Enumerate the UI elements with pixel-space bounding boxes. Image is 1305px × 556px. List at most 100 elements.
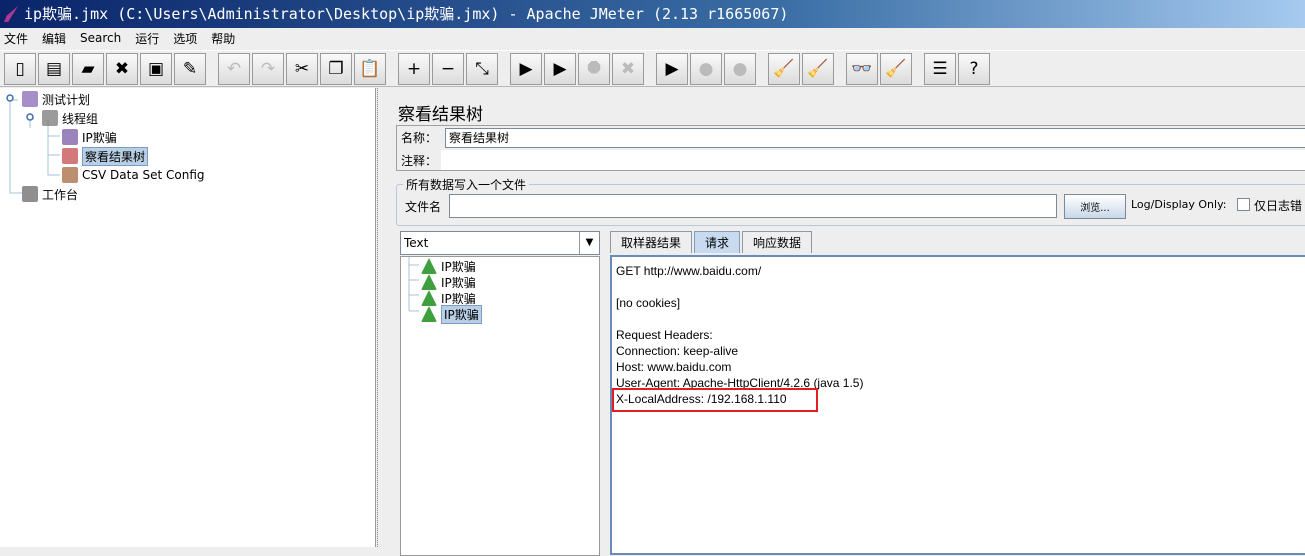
- comment-input[interactable]: [441, 150, 1305, 170]
- expand-button[interactable]: +: [398, 53, 430, 85]
- tree-node[interactable]: 线程组: [42, 109, 98, 127]
- tree-node-label: 察看结果树: [82, 146, 149, 166]
- copy-icon: ❐: [328, 59, 344, 79]
- tree-node-label: 工作台: [42, 187, 79, 202]
- save-button[interactable]: ▣: [140, 53, 172, 85]
- tab-0[interactable]: 取样器结果: [610, 231, 693, 253]
- success-triangle-icon: [421, 306, 437, 322]
- tree-node[interactable]: IP欺骗: [62, 128, 117, 146]
- remote-start-button[interactable]: ▶: [656, 53, 688, 85]
- shutdown-button[interactable]: ✖: [612, 53, 644, 85]
- menu-item[interactable]: 帮助: [211, 30, 235, 47]
- tree-node[interactable]: 工作台: [22, 185, 78, 203]
- copy-button[interactable]: ❐: [320, 53, 352, 85]
- templates-button[interactable]: ▤: [38, 53, 70, 85]
- toolbar: ▯ ▤ ▰ ✖ ▣ ✎ ↶ ↷ ✂ ❐ 📋 + − ⤡ ▶ ▶ ⯃ ✖ ▶ ● ● 🧹 🧹 👓 🧹 ☰?: [0, 50, 1305, 87]
- request-line: [616, 279, 1304, 295]
- cut-icon: ✂: [294, 59, 310, 79]
- collapse-icon: −: [440, 59, 456, 79]
- clear-all-button[interactable]: 🧹: [802, 53, 834, 85]
- function-helper-button[interactable]: ☰: [924, 53, 956, 85]
- redo-button[interactable]: ↷: [252, 53, 284, 85]
- toggle-icon: ⤡: [475, 59, 489, 79]
- reset-search-button[interactable]: 🧹: [880, 53, 912, 85]
- browse-button[interactable]: 浏览...: [1064, 194, 1126, 219]
- comment-label: 注释：: [401, 154, 438, 168]
- errors-only-label: 仅日志错: [1254, 199, 1303, 213]
- stop-button[interactable]: ⯃: [578, 53, 610, 85]
- cut-button[interactable]: ✂: [286, 53, 318, 85]
- request-line: [no cookies]: [616, 296, 681, 310]
- request-line: Host: www.baidu.com: [616, 360, 732, 374]
- tree-node[interactable]: 察看结果树: [62, 146, 149, 166]
- success-triangle-icon: [421, 258, 437, 274]
- result-tabs: 取样器结果 请求 响应数据: [610, 231, 814, 253]
- paste-button[interactable]: 📋: [354, 53, 386, 85]
- results-list[interactable]: IP欺骗 IP欺骗 IP欺骗 IP欺骗: [400, 256, 600, 556]
- tree-node-label: IP欺骗: [82, 130, 117, 145]
- templates-icon: ▤: [45, 59, 63, 79]
- undo-button[interactable]: ↶: [218, 53, 250, 85]
- test-plan-tree[interactable]: 测试计划 线程组 IP欺骗 察看结果树 CSV Data Set Config 工作台: [0, 88, 376, 547]
- search-icon: 👓: [851, 59, 873, 79]
- menu-item[interactable]: 编辑: [42, 30, 66, 47]
- help-icon: ?: [969, 59, 979, 79]
- redo-icon: ↷: [260, 59, 276, 79]
- panel-title: 察看结果树: [398, 105, 483, 125]
- group-title: 所有数据写入一个文件: [403, 176, 530, 193]
- function-helper-icon: ☰: [932, 59, 948, 79]
- title-bar: ip欺骗.jmx (C:\Users\Administrator\Desktop…: [0, 0, 1305, 28]
- test-plan-icon: [22, 91, 38, 107]
- request-line: GET http://www.baidu.com/: [616, 264, 762, 278]
- errors-only-checkbox[interactable]: [1237, 198, 1250, 211]
- request-line: [616, 311, 1304, 327]
- help-button[interactable]: ?: [958, 53, 990, 85]
- tree-node[interactable]: CSV Data Set Config: [62, 166, 205, 184]
- view-results-tree-panel: 察看结果树 名称： 察看结果树 注释： 文件名 浏览... Log/Displa…: [388, 88, 1305, 556]
- result-label: IP欺骗: [441, 275, 476, 290]
- undo-icon: ↶: [226, 59, 242, 79]
- clear-icon: 🧹: [773, 59, 795, 79]
- name-input[interactable]: 察看结果树: [445, 128, 1305, 148]
- result-item[interactable]: IP欺骗: [421, 304, 482, 324]
- menu-item[interactable]: Search: [80, 31, 121, 45]
- remote-shutdown-button[interactable]: ●: [724, 53, 756, 85]
- renderer-value: Text: [404, 236, 429, 250]
- tree-node[interactable]: 测试计划: [22, 90, 90, 108]
- new-button[interactable]: ▯: [4, 53, 36, 85]
- save-as-icon: ✎: [182, 59, 198, 79]
- menu-item[interactable]: 选项: [173, 30, 197, 47]
- search-button[interactable]: 👓: [846, 53, 878, 85]
- chevron-down-icon[interactable]: ▼: [579, 232, 599, 254]
- filename-input[interactable]: [449, 194, 1057, 218]
- collapse-button[interactable]: −: [432, 53, 464, 85]
- open-icon: ▰: [81, 59, 95, 79]
- open-button[interactable]: ▰: [72, 53, 104, 85]
- toggle-button[interactable]: ⤡: [466, 53, 498, 85]
- start-no-timers-button[interactable]: ▶: [544, 53, 576, 85]
- request-line: Connection: keep-alive: [616, 344, 739, 358]
- name-label: 名称：: [401, 131, 438, 145]
- success-triangle-icon: [421, 274, 437, 290]
- menu-item[interactable]: 文件: [4, 30, 28, 47]
- tab-2[interactable]: 响应数据: [742, 231, 813, 253]
- start-no-timers-icon: ▶: [553, 59, 567, 79]
- close-button[interactable]: ✖: [106, 53, 138, 85]
- renderer-select[interactable]: Text ▼: [400, 231, 600, 255]
- clear-all-icon: 🧹: [807, 59, 829, 79]
- remote-stop-button[interactable]: ●: [690, 53, 722, 85]
- name-comment-box: 名称： 察看结果树 注释：: [396, 125, 1305, 171]
- splitter[interactable]: [377, 88, 387, 547]
- listener-icon: [62, 148, 78, 164]
- save-as-button[interactable]: ✎: [174, 53, 206, 85]
- paste-icon: 📋: [359, 59, 381, 79]
- jmeter-feather-icon: [4, 6, 18, 22]
- menu-bar: 文件 编辑 Search 运行 选项 帮助: [0, 28, 1305, 48]
- start-button[interactable]: ▶: [510, 53, 542, 85]
- save-icon: ▣: [147, 59, 165, 79]
- menu-item[interactable]: 运行: [135, 30, 159, 47]
- clear-button[interactable]: 🧹: [768, 53, 800, 85]
- log-display-label: Log/Display Only:: [1131, 198, 1227, 211]
- remote-shutdown-icon: ●: [732, 59, 748, 79]
- tab-1[interactable]: 请求: [694, 231, 741, 253]
